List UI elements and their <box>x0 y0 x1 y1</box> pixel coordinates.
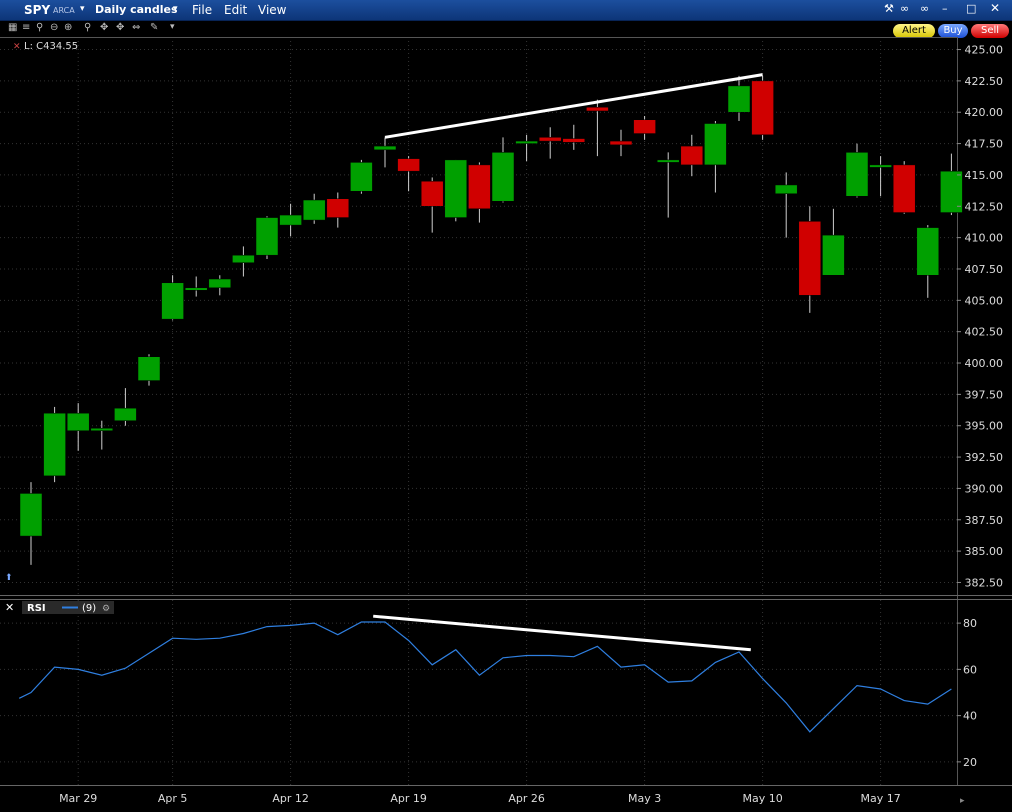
price-tick-label: 390.00 <box>965 482 1004 495</box>
price-tick-label: 415.00 <box>965 169 1004 182</box>
price-tick-label: 382.50 <box>965 576 1004 589</box>
candle-body <box>350 162 373 192</box>
price-tick-label: 392.50 <box>965 451 1004 464</box>
time-axis: Mar 29 Apr 5 Apr 12 Apr 19 Apr 26 May 3 May 10… <box>59 792 901 805</box>
rsi-label: RSI <box>27 603 46 614</box>
candle-body <box>90 427 114 431</box>
candle-body <box>656 159 680 163</box>
price-tick-label: 420.00 <box>965 106 1004 119</box>
price-tick-label: 425.00 <box>965 44 1004 57</box>
candle-body <box>869 164 892 168</box>
rsi-tick-label: 20 <box>963 756 977 769</box>
candle-body <box>232 254 255 263</box>
candle-body <box>822 234 845 276</box>
candle-body <box>538 137 562 142</box>
candle-body <box>66 412 90 431</box>
price-tick-label: 422.50 <box>965 75 1004 88</box>
candle-body <box>609 140 633 146</box>
rsi-series-line <box>18 621 952 733</box>
price-axis: 425.00 422.50 420.00 417.50 415.00 412.50 410.… <box>957 44 1004 589</box>
candle-body <box>19 493 43 537</box>
close-rsi-icon[interactable]: ✕ <box>5 601 14 614</box>
price-tick-label: 412.50 <box>965 200 1004 213</box>
rsi-trend-line[interactable] <box>373 614 751 652</box>
price-tick-label: 407.50 <box>965 263 1004 276</box>
price-tick-label: 397.50 <box>965 388 1004 401</box>
candle-body <box>420 180 444 207</box>
candle-body <box>727 85 751 113</box>
candle-body <box>208 278 232 289</box>
scroll-right-icon[interactable]: ▸ <box>960 796 965 806</box>
rsi-tick-label: 60 <box>963 663 977 676</box>
price-tick-label: 417.50 <box>965 138 1004 151</box>
candle-body <box>751 80 774 136</box>
candle-body <box>184 287 208 291</box>
candle-body <box>255 217 279 256</box>
price-tick-label: 405.00 <box>965 294 1004 307</box>
candle-body <box>137 356 161 381</box>
candle-body <box>916 227 940 276</box>
candle-body <box>397 158 420 172</box>
candle-body <box>468 164 491 210</box>
candle-body <box>798 221 822 296</box>
price-tick-label: 402.50 <box>965 326 1004 339</box>
time-tick-label: May 10 <box>742 792 782 805</box>
candle-body <box>845 152 869 197</box>
time-tick-label: Apr 12 <box>272 792 309 805</box>
time-tick-label: May 17 <box>860 792 900 805</box>
rsi-tick-label: 40 <box>963 710 977 723</box>
candle-body <box>892 164 916 213</box>
candle-body <box>43 412 66 477</box>
candle-body <box>114 407 137 421</box>
last-price-label: L: C434.55 <box>24 41 78 52</box>
price-tick-label: 387.50 <box>965 514 1004 527</box>
time-tick-label: Apr 26 <box>508 792 545 805</box>
scroll-marker-icon[interactable]: ⬆ <box>5 573 13 583</box>
chart-canvas[interactable]: 425.00 422.50 420.00 417.50 415.00 412.50 410.… <box>0 0 1012 812</box>
candle-body <box>774 184 798 194</box>
candle-body <box>161 282 184 320</box>
candles-layer <box>19 75 963 565</box>
time-tick-label: May 3 <box>628 792 661 805</box>
price-tick-label: 410.00 <box>965 232 1004 245</box>
candle-body <box>326 198 350 218</box>
candle-body <box>515 140 538 144</box>
rsi-axis: 80 60 40 20 <box>957 617 977 769</box>
candle-body <box>373 145 397 151</box>
candle-body <box>633 119 656 134</box>
rsi-tick-label: 80 <box>963 617 977 630</box>
candle-body <box>704 123 727 166</box>
rsi-settings-icon[interactable]: ⚙ <box>102 604 110 614</box>
price-tick-label: 400.00 <box>965 357 1004 370</box>
time-tick-label: Mar 29 <box>59 792 97 805</box>
candle-body <box>680 145 704 166</box>
close-study-icon[interactable]: ✕ <box>13 42 21 52</box>
candle-body <box>444 159 468 218</box>
candle-body <box>586 106 609 112</box>
time-tick-label: Apr 19 <box>390 792 427 805</box>
candle-body <box>491 152 515 202</box>
rsi-grid <box>0 600 957 785</box>
candle-body <box>562 138 586 143</box>
time-tick-label: Apr 5 <box>158 792 188 805</box>
candle-body <box>302 199 326 221</box>
candle-body <box>279 214 302 226</box>
price-tick-label: 385.00 <box>965 545 1004 558</box>
price-tick-label: 395.00 <box>965 420 1004 433</box>
rsi-period-label: (9) <box>82 603 96 614</box>
